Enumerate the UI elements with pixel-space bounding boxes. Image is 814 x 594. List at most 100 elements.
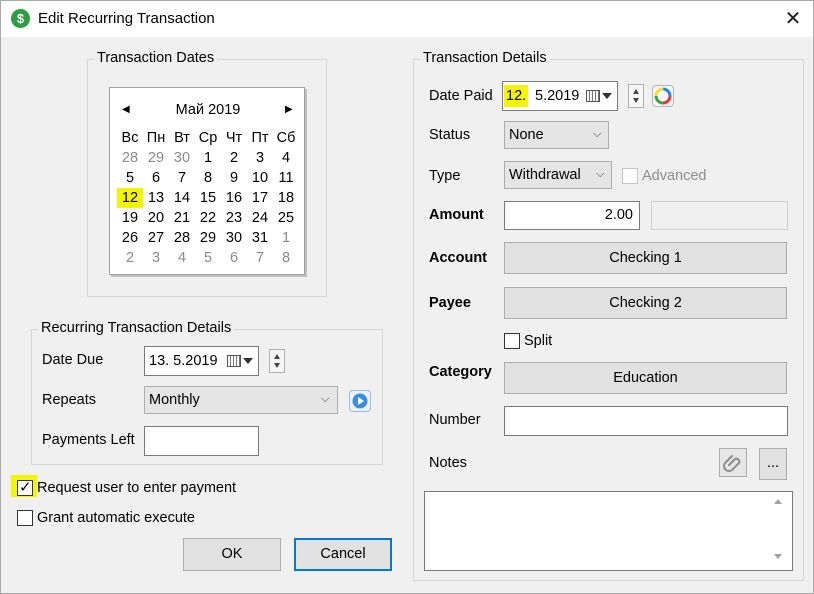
grant-automatic-label[interactable]: Grant automatic execute	[37, 510, 195, 526]
spin-down-icon[interactable]	[633, 98, 639, 103]
color-picker-button[interactable]	[652, 85, 674, 107]
month-calendar[interactable]: ◀ Май 2019 ▶ Вс Пн Вт Ср Чт Пт Сб 28 29 30 1 2 3 4 5 6 7…	[109, 87, 305, 275]
calendar-day[interactable]: 3	[247, 148, 273, 168]
request-user-checkbox[interactable]: ✓	[17, 479, 33, 496]
date-paid-field[interactable]: 12. 5.2019	[502, 81, 618, 111]
calendar-day[interactable]: 1	[273, 228, 299, 248]
calendar-day[interactable]: 31	[247, 228, 273, 248]
amount-value: 2.00	[604, 207, 633, 223]
payee-label: Payee	[429, 295, 471, 311]
calendar-day[interactable]: 8	[273, 248, 299, 268]
paperclip-icon	[723, 455, 741, 472]
type-label: Type	[429, 168, 461, 184]
repeats-next-button[interactable]	[349, 390, 371, 412]
repeats-select[interactable]: Monthly ⌵	[144, 386, 338, 414]
calendar-month-label[interactable]: Май 2019	[110, 102, 306, 118]
calendar-icon[interactable]	[227, 355, 241, 367]
status-value: None	[509, 127, 544, 143]
notes-textarea[interactable]	[424, 491, 793, 571]
calendar-day[interactable]: 3	[143, 248, 169, 268]
account-label: Account	[429, 250, 487, 266]
notes-more-button[interactable]: ...	[759, 448, 787, 480]
cancel-button[interactable]: Cancel	[294, 538, 392, 571]
spin-up-icon[interactable]	[274, 354, 280, 359]
status-select[interactable]: None ⌵	[504, 121, 609, 149]
calendar-day[interactable]: 2	[117, 248, 143, 268]
calendar-day[interactable]: 25	[273, 208, 299, 228]
calendar-weekday-header: Ср	[198, 130, 218, 146]
calendar-day[interactable]: 12	[117, 188, 143, 208]
calendar-day[interactable]: 24	[247, 208, 273, 228]
date-paid-spinner[interactable]	[628, 84, 644, 108]
calendar-day[interactable]: 5	[117, 168, 143, 188]
split-checkbox[interactable]	[504, 333, 520, 349]
date-paid-day: 12.	[504, 85, 529, 107]
calendar-day[interactable]: 19	[117, 208, 143, 228]
advanced-label[interactable]: Advanced	[642, 168, 707, 184]
date-paid-label: Date Paid	[429, 88, 493, 104]
close-icon[interactable]: ✕	[775, 3, 811, 35]
calendar-day[interactable]: 28	[169, 228, 195, 248]
calendar-day[interactable]: 14	[169, 188, 195, 208]
calendar-day[interactable]: 26	[117, 228, 143, 248]
calendar-day[interactable]: 21	[169, 208, 195, 228]
calendar-day[interactable]: 22	[195, 208, 221, 228]
account-button[interactable]: Checking 1	[504, 242, 787, 274]
calendar-day[interactable]: 5	[195, 248, 221, 268]
calendar-day[interactable]: 7	[247, 248, 273, 268]
calendar-day[interactable]: 13	[143, 188, 169, 208]
notes-label: Notes	[429, 455, 467, 471]
calendar-icon[interactable]	[586, 90, 600, 102]
number-input[interactable]	[504, 406, 788, 436]
calendar-day[interactable]: 20	[143, 208, 169, 228]
transaction-dates-title: Transaction Dates	[94, 50, 218, 66]
calendar-day[interactable]: 8	[195, 168, 221, 188]
calendar-day[interactable]: 9	[221, 168, 247, 188]
split-label[interactable]: Split	[524, 333, 552, 349]
edit-recurring-transaction-dialog: $ Edit Recurring Transaction ✕ Transacti…	[0, 0, 814, 594]
ok-button[interactable]: OK	[183, 538, 281, 571]
calendar-day[interactable]: 2	[221, 148, 247, 168]
calendar-day[interactable]: 29	[143, 148, 169, 168]
date-due-field[interactable]: 13. 5.2019	[144, 346, 259, 376]
chevron-down-icon[interactable]	[602, 93, 612, 99]
color-wheel-icon	[654, 87, 672, 105]
attach-button[interactable]	[719, 448, 747, 477]
scroll-down-icon[interactable]	[774, 554, 782, 559]
calendar-day[interactable]: 4	[273, 148, 299, 168]
calendar-day-grid: Вс Пн Вт Ср Чт Пт Сб 28 29 30 1 2 3 4 5 6 7 8 9 10 11 12 13 14 1…	[117, 128, 299, 268]
spin-down-icon[interactable]	[274, 363, 280, 368]
request-user-label[interactable]: Request user to enter payment	[37, 480, 236, 496]
grant-automatic-checkbox[interactable]	[17, 510, 33, 526]
calendar-day[interactable]: 23	[221, 208, 247, 228]
calendar-day[interactable]: 1	[195, 148, 221, 168]
amount-input[interactable]: 2.00	[504, 201, 640, 230]
scroll-up-icon[interactable]	[774, 499, 782, 504]
category-button[interactable]: Education	[504, 362, 787, 394]
spin-up-icon[interactable]	[633, 89, 639, 94]
calendar-next-month-icon[interactable]: ▶	[285, 104, 295, 116]
calendar-day[interactable]: 7	[169, 168, 195, 188]
calendar-day[interactable]: 29	[195, 228, 221, 248]
calendar-day[interactable]: 17	[247, 188, 273, 208]
calendar-day[interactable]: 18	[273, 188, 299, 208]
chevron-down-icon[interactable]	[243, 358, 253, 364]
payments-left-input[interactable]	[144, 426, 259, 456]
date-due-spinner[interactable]	[269, 349, 285, 373]
calendar-day[interactable]: 4	[169, 248, 195, 268]
calendar-day[interactable]: 6	[143, 168, 169, 188]
calendar-day[interactable]: 15	[195, 188, 221, 208]
calendar-day[interactable]: 30	[221, 228, 247, 248]
calendar-weekday-header: Сб	[276, 130, 296, 146]
payee-button[interactable]: Checking 2	[504, 287, 787, 319]
calendar-day[interactable]: 10	[247, 168, 273, 188]
calendar-day[interactable]: 28	[117, 148, 143, 168]
repeats-label: Repeats	[42, 392, 97, 408]
type-select[interactable]: Withdrawal ⌵	[504, 161, 612, 189]
calendar-day[interactable]: 6	[221, 248, 247, 268]
calendar-day[interactable]: 30	[169, 148, 195, 168]
calendar-day[interactable]: 27	[143, 228, 169, 248]
calendar-day[interactable]: 16	[221, 188, 247, 208]
advanced-checkbox[interactable]	[622, 168, 638, 184]
calendar-day[interactable]: 11	[273, 168, 299, 188]
